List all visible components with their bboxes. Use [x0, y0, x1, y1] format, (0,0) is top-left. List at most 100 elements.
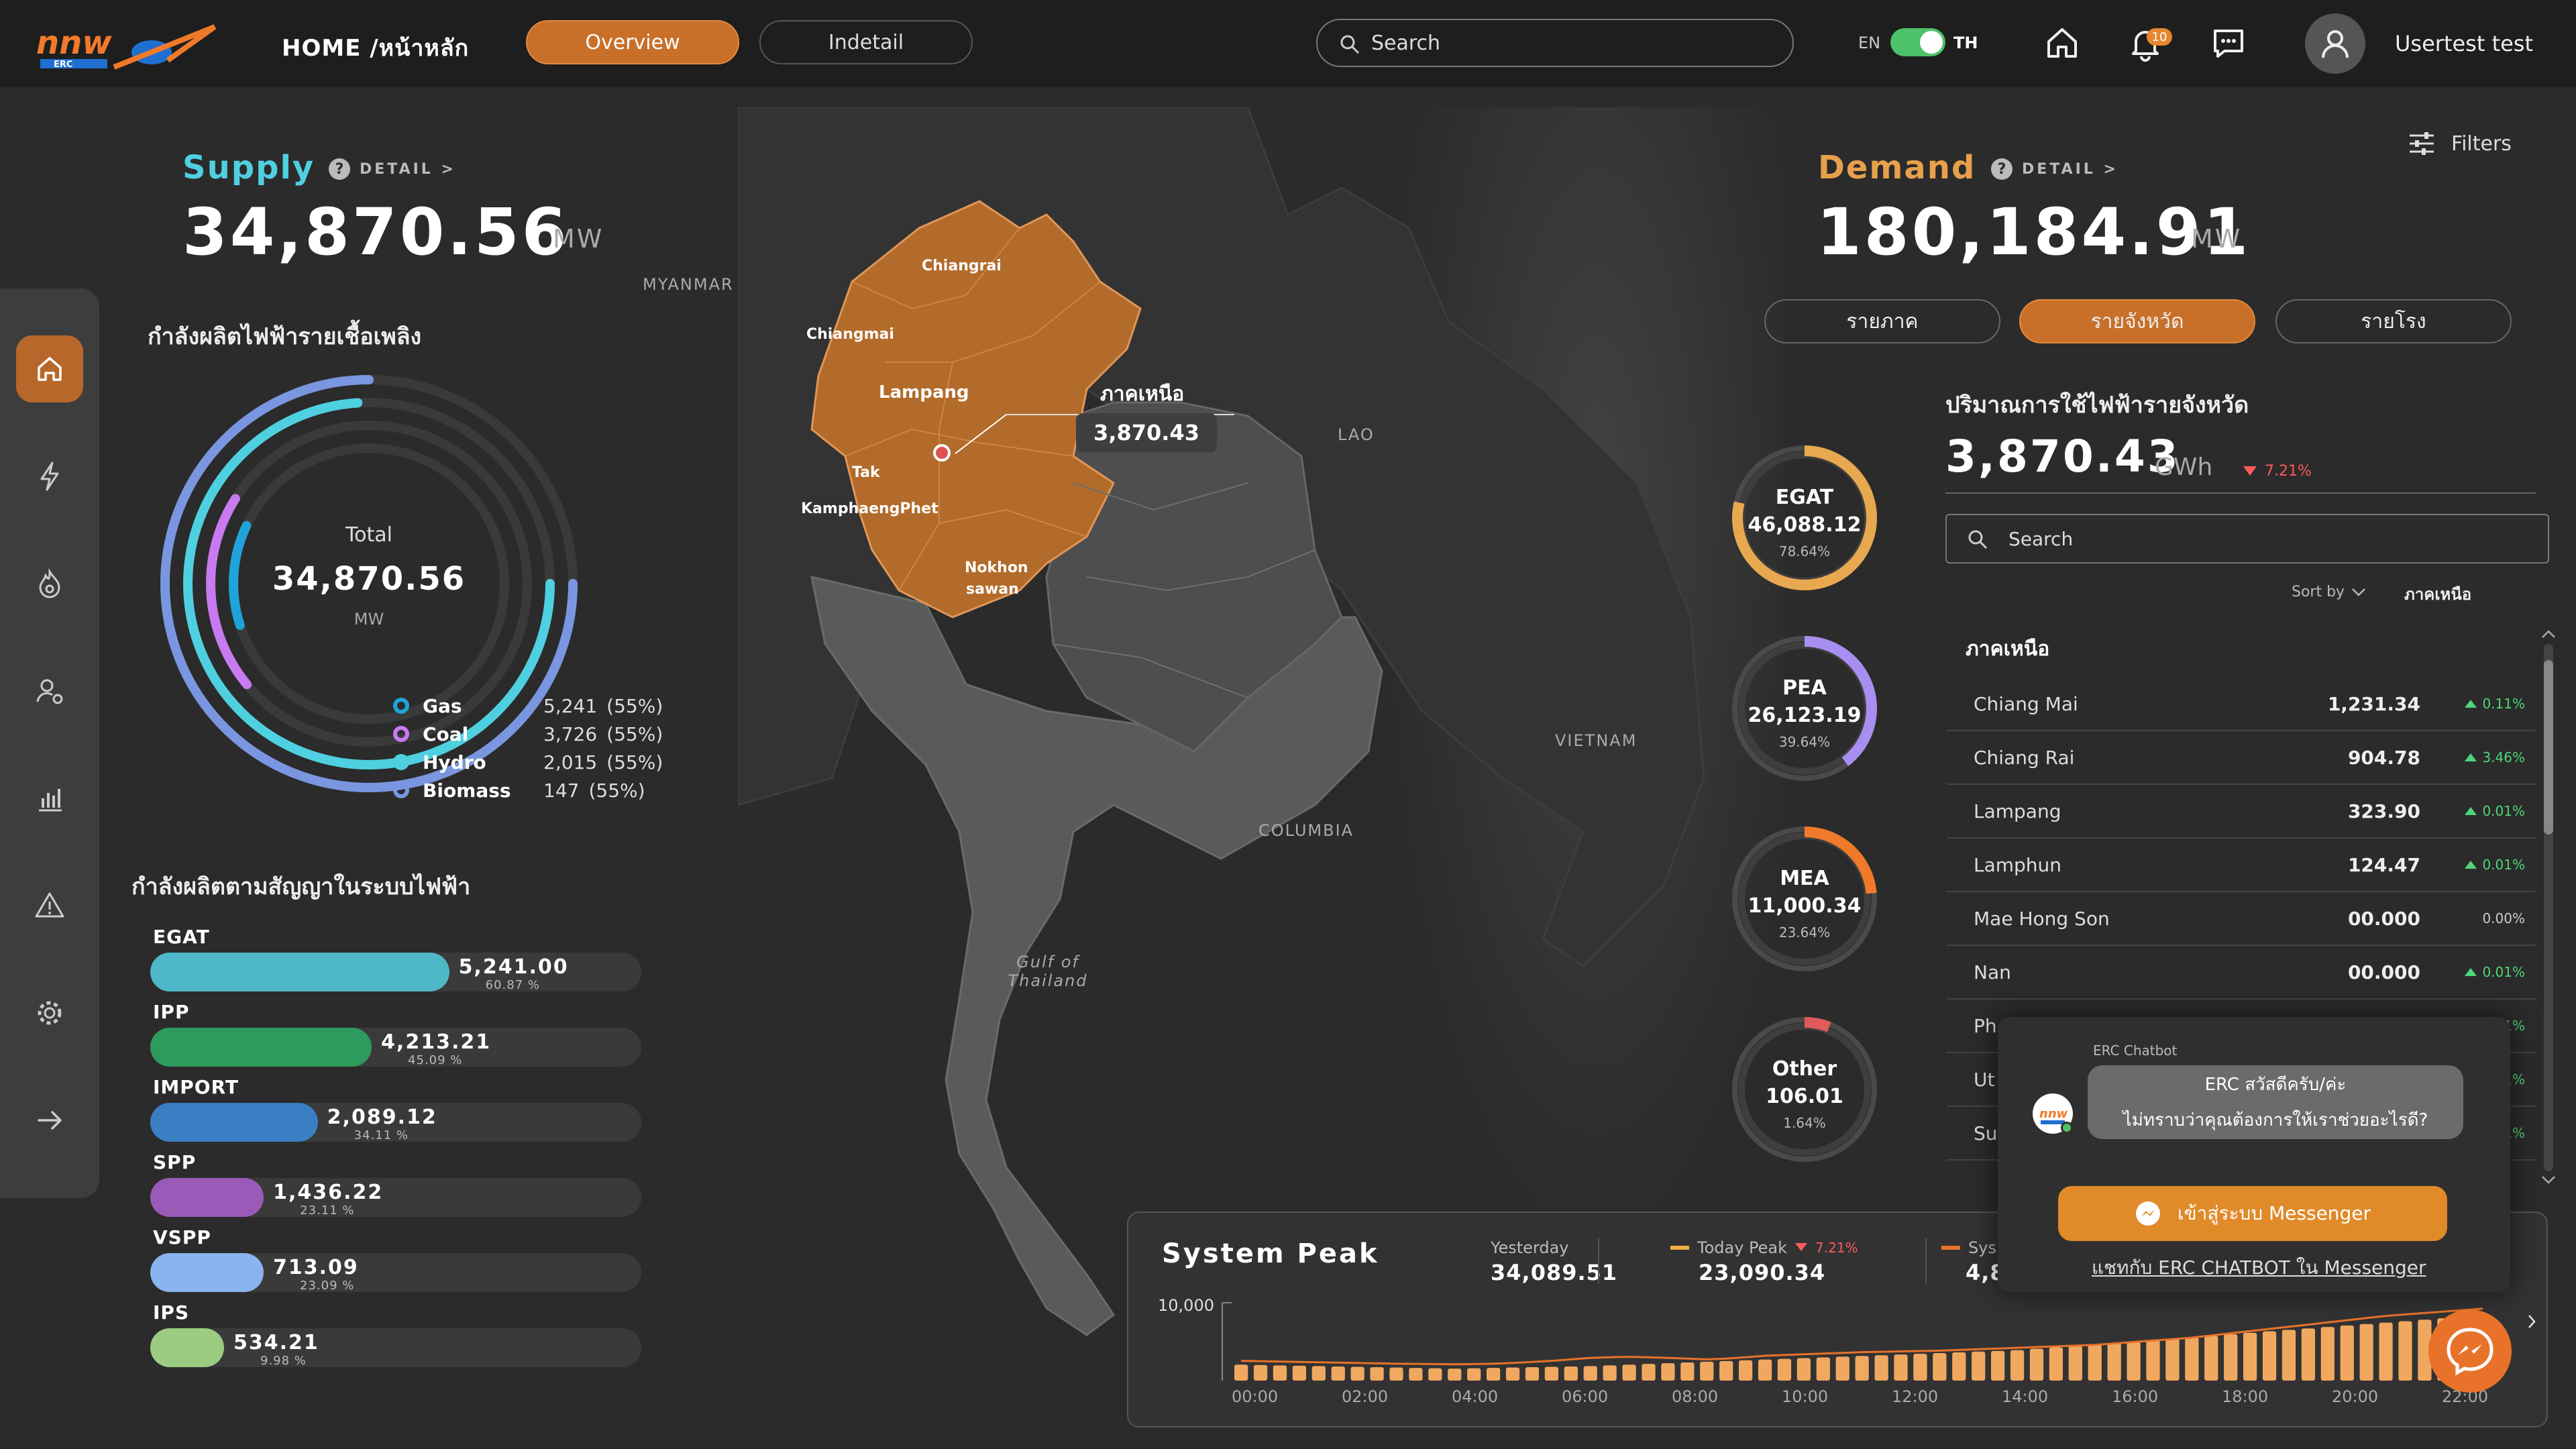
y-tick-label: 10,000: [1158, 1296, 1214, 1315]
demand-detail-link[interactable]: ? DETAIL >: [1991, 158, 2118, 180]
sidebar-item-reports[interactable]: [16, 765, 83, 832]
province-search-input[interactable]: Search: [1945, 514, 2549, 564]
province-label-kamphaengphet: KamphaengPhet: [801, 500, 938, 517]
legend-name: Hydro: [423, 751, 486, 773]
contract-value: 713.09: [273, 1256, 359, 1279]
fuel-heading: กำลังผลิตไฟฟ้ารายเชื้อเพลิง: [148, 323, 422, 350]
contract-label: VSPP: [153, 1226, 211, 1248]
peak-bar: [2107, 1342, 2121, 1381]
province-scrollbar[interactable]: [2544, 644, 2553, 1171]
contract-percent: 23.11 %: [300, 1203, 355, 1218]
province-value: 323.90: [2347, 800, 2420, 822]
language-toggle[interactable]: [1890, 28, 1945, 56]
table-row[interactable]: Lamphun 124.47 0.01%: [1947, 839, 2536, 892]
sort-by[interactable]: Sort by: [2292, 584, 2366, 600]
logo[interactable]: nnw ERC: [34, 19, 228, 72]
province-name: Chiang Rai: [1974, 746, 2075, 769]
peak-system-legend-swatch: [1941, 1246, 1960, 1250]
search-icon: [1968, 530, 1988, 549]
sidebar-item-users[interactable]: [16, 657, 83, 724]
legend-dot: [393, 754, 409, 770]
contract-percent: 45.09 %: [408, 1053, 463, 1067]
supply-detail-link[interactable]: ? DETAIL >: [329, 158, 456, 180]
chat-fab-button[interactable]: [2428, 1309, 2512, 1393]
username[interactable]: Usertest test: [2395, 31, 2533, 56]
legend-amount: 147: [543, 780, 580, 802]
home-icon: [38, 357, 62, 381]
segment-by-region[interactable]: รายภาค: [1764, 299, 2000, 343]
x-tick-label: 04:00: [1452, 1387, 1499, 1406]
sidebar-item-fuel[interactable]: [16, 550, 83, 617]
scroll-down-icon[interactable]: [2541, 1175, 2556, 1185]
legend-amount: 2,015: [543, 751, 598, 773]
ring-label: EGAT 46,088.12 78.64%: [1731, 486, 1878, 559]
donut-total-label: Total: [345, 523, 393, 547]
table-row[interactable]: Lampang 323.90 0.01%: [1947, 785, 2536, 839]
scrollbar-thumb[interactable]: [2544, 660, 2553, 835]
usage-change: 7.21%: [2243, 463, 2312, 480]
legend-dot: [393, 698, 409, 714]
chatbot-popup: [1998, 1017, 2510, 1292]
chart-next-icon[interactable]: [2526, 1313, 2537, 1330]
peak-today-legend-swatch: [1670, 1246, 1689, 1250]
province-label-lampang: Lampang: [879, 382, 969, 402]
sidebar-item-settings[interactable]: [16, 979, 83, 1046]
legend-name: Gas: [423, 694, 462, 717]
peak-bar: [1603, 1365, 1617, 1381]
table-row[interactable]: Mae Hong Son 00.000 0.00%: [1947, 892, 2536, 946]
trend-up-icon: [2465, 968, 2477, 976]
segment-by-plant[interactable]: รายโรง: [2275, 299, 2512, 343]
table-row[interactable]: Nan 00.000 0.01%: [1947, 946, 2536, 1000]
contract-bar-fill: [150, 1028, 372, 1067]
messenger-login-button[interactable]: เข้าสู่ระบบ Messenger: [2058, 1186, 2447, 1241]
province-change: 0.01%: [2420, 964, 2532, 980]
home-icon[interactable]: [2043, 24, 2081, 62]
messenger-icon: [2135, 1201, 2160, 1226]
contract-label: IMPORT: [153, 1076, 239, 1098]
trend-down-icon: [2243, 466, 2257, 476]
breadcrumb[interactable]: HOME /หน้าหลัก: [282, 30, 469, 66]
legend-percent: (55%): [588, 780, 645, 802]
map-marker[interactable]: [933, 444, 951, 462]
ring-label: MEA 11,000.34 23.64%: [1731, 867, 1878, 941]
table-row[interactable]: Chiang Mai 1,231.34 0.11%: [1947, 678, 2536, 731]
filters-button[interactable]: Filters: [2408, 131, 2512, 156]
x-tick-label: 20:00: [2332, 1387, 2379, 1406]
table-row[interactable]: Chiang Rai 904.78 3.46%: [1947, 731, 2536, 785]
chat-icon[interactable]: [2210, 24, 2247, 62]
x-tick-label: 02:00: [1342, 1387, 1389, 1406]
peak-bar: [1991, 1350, 2005, 1381]
avatar[interactable]: [2305, 13, 2365, 74]
tab-indetail[interactable]: Indetail: [759, 20, 973, 64]
user-settings-icon: [36, 679, 63, 704]
search-input[interactable]: Search: [1316, 19, 1794, 67]
messenger-chat-link[interactable]: แชทกับ ERC CHATBOT ใน Messenger: [2092, 1253, 2426, 1283]
tab-overview[interactable]: Overview: [526, 20, 739, 64]
svg-text:nnw: nnw: [2039, 1107, 2068, 1121]
province-change: 0.01%: [2420, 857, 2532, 873]
sidebar-item-home[interactable]: [16, 335, 83, 402]
peak-bar: [1680, 1362, 1695, 1381]
scroll-up-icon[interactable]: [2541, 629, 2556, 639]
peak-bar: [1661, 1363, 1675, 1381]
trend-up-icon: [2465, 753, 2477, 761]
warning-icon: [35, 892, 64, 918]
legend-value: 147 (55%): [543, 780, 645, 802]
peak-bar: [1913, 1354, 1927, 1381]
peak-system-value: 4,8: [1966, 1260, 2006, 1285]
sort-value[interactable]: ภาคเหนือ: [2404, 581, 2471, 607]
segment-by-province[interactable]: รายจังหวัด: [2019, 299, 2255, 343]
peak-bar: [2359, 1324, 2373, 1381]
sidebar-item-alerts[interactable]: [16, 872, 83, 939]
legend-dot: [393, 782, 409, 798]
province-name: Lamphun: [1974, 853, 2062, 876]
peak-bar: [2185, 1337, 2199, 1381]
sidebar-item-expand[interactable]: [16, 1087, 83, 1154]
province-change-value: 0.11%: [2482, 696, 2525, 712]
divider: [1925, 1238, 1927, 1284]
province-change: 0.00%: [2420, 910, 2532, 926]
arrow-right-icon: [38, 1111, 62, 1130]
system-peak-chart: [1222, 1302, 2490, 1381]
map-label-gulf-line1: Gulf of: [1016, 953, 1079, 971]
sidebar-item-energy[interactable]: [16, 443, 83, 510]
